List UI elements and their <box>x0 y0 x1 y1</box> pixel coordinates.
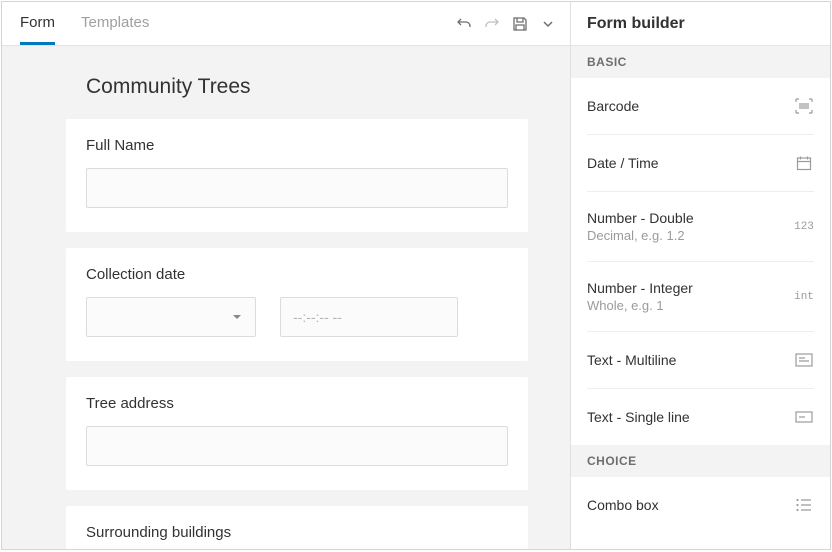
form-builder-title: Form builder <box>571 2 830 46</box>
combobox-icon <box>794 495 814 515</box>
palette-datetime[interactable]: Date / Time <box>587 135 814 192</box>
palette-number-integer[interactable]: Number - Integer Whole, e.g. 1 int <box>587 262 814 332</box>
label-collection-date: Collection date <box>86 266 508 283</box>
dropdown-collection-date[interactable] <box>86 297 256 337</box>
section-choice: CHOICE <box>571 445 830 477</box>
palette-barcode[interactable]: Barcode <box>587 78 814 135</box>
number-integer-icon: int <box>794 287 814 307</box>
palette-text-singleline[interactable]: Text - Single line <box>587 389 814 445</box>
undo-icon[interactable] <box>454 14 474 34</box>
form-canvas[interactable]: Community Trees Full Name Collection dat… <box>2 47 570 549</box>
chevron-down-icon[interactable] <box>538 14 558 34</box>
text-multiline-icon <box>794 350 814 370</box>
palette-combobox[interactable]: Combo box <box>587 477 814 533</box>
tab-templates[interactable]: Templates <box>81 2 149 45</box>
card-tree-address[interactable]: Tree address <box>66 377 528 490</box>
input-tree-address[interactable] <box>86 426 508 466</box>
label-full-name: Full Name <box>86 137 508 154</box>
card-full-name[interactable]: Full Name <box>66 119 528 232</box>
save-icon[interactable] <box>510 14 530 34</box>
tab-bar: Form Templates <box>2 2 570 46</box>
number-double-icon: 123 <box>794 217 814 237</box>
label-surrounding-buildings: Surrounding buildings <box>86 524 508 541</box>
calendar-icon <box>794 153 814 173</box>
card-surrounding-buildings[interactable]: Surrounding buildings <box>66 506 528 549</box>
palette-text-multiline[interactable]: Text - Multiline <box>587 332 814 389</box>
palette-number-double[interactable]: Number - Double Decimal, e.g. 1.2 123 <box>587 192 814 262</box>
input-collection-time[interactable]: --:--:-- -- <box>280 297 458 337</box>
text-singleline-icon <box>794 407 814 427</box>
barcode-icon <box>794 96 814 116</box>
card-collection-date[interactable]: Collection date --:--:-- -- <box>66 248 528 361</box>
form-title: Community Trees <box>86 75 528 99</box>
label-tree-address: Tree address <box>86 395 508 412</box>
input-full-name[interactable] <box>86 168 508 208</box>
redo-icon[interactable] <box>482 14 502 34</box>
tab-form[interactable]: Form <box>20 2 55 45</box>
section-basic: BASIC <box>571 46 830 78</box>
